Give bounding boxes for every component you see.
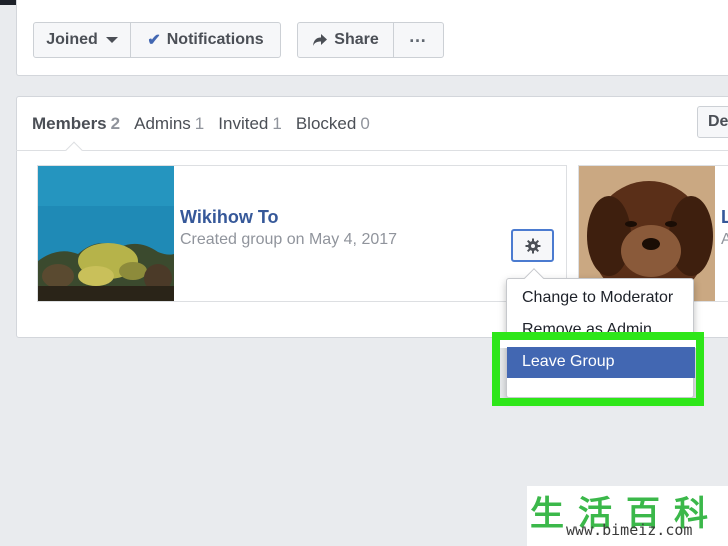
check-icon: ✔ [147, 32, 161, 49]
share-arrow-icon [313, 34, 328, 46]
joined-label: Joined [46, 31, 98, 48]
share-label: Share [334, 31, 379, 48]
menu-item-change-to-moderator[interactable]: Change to Moderator [522, 289, 673, 307]
menu-item-remove-as-admin[interactable]: Remove as Admin [522, 321, 652, 339]
watermark-url: www.bimeiz.com [566, 521, 693, 539]
right-action-button[interactable]: De [697, 106, 728, 138]
tabs-divider [16, 150, 728, 151]
member-tabs: Members 2 Admins 1 Invited 1 Blocked 0 [32, 112, 370, 136]
more-options-button[interactable]: … [393, 22, 444, 58]
member-name-link-2[interactable]: L [721, 207, 728, 228]
tab-members[interactable]: Members 2 [32, 114, 120, 134]
tab-invited[interactable]: Invited 1 [218, 114, 282, 134]
tab-blocked[interactable]: Blocked 0 [296, 114, 370, 134]
joined-button[interactable]: Joined [33, 22, 131, 58]
notifications-label: Notifications [166, 31, 264, 48]
caret-down-icon [105, 37, 118, 43]
gear-icon [525, 238, 540, 253]
menu-item-leave-group[interactable]: Leave Group [507, 347, 695, 378]
member-settings-button[interactable] [511, 229, 554, 262]
share-button[interactable]: Share [297, 22, 394, 58]
member-created-text-2: A [721, 231, 728, 248]
more-dots-icon: … [408, 26, 429, 46]
tab-admins[interactable]: Admins 1 [134, 114, 204, 134]
member-created-text: Created group on May 4, 2017 [180, 231, 398, 248]
member-avatar[interactable] [38, 166, 174, 301]
member-name-link[interactable]: Wikihow To [180, 207, 279, 228]
coral-reef-image [38, 166, 174, 301]
notifications-button[interactable]: ✔ Notifications [130, 22, 281, 58]
